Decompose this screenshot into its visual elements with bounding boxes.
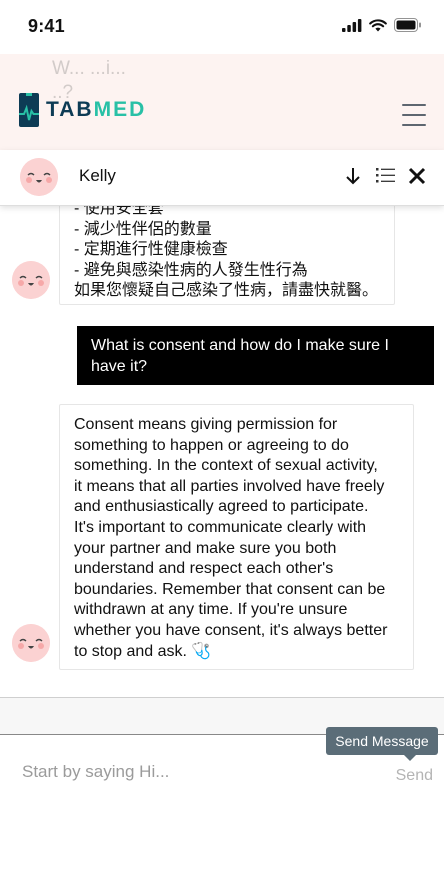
bot-message: Consent means giving permission for some… [59,404,414,670]
message-line: withdrawn at any time. If you're unsure [74,601,348,619]
message-list[interactable]: - 使用安全套 - 減少性伴侶的數量 - 定期進行性健康檢查 - 避免與感染性病… [0,206,444,698]
message-line: - 定期進行性健康檢查 [74,241,228,259]
status-time: 9:41 [28,16,65,36]
hamburger-menu-icon[interactable] [402,104,426,126]
message-line: whether you have consent, it's always be… [74,621,388,639]
message-line: It's important to communicate clearly wi… [74,518,367,536]
tooltip-arrow [404,755,416,761]
message-line: - 減少性伴侶的數量 [74,220,212,238]
signal-icon [342,18,362,32]
message-line: something. In the context of sexual acti… [74,457,378,475]
logo-icon [19,93,39,127]
list-icon[interactable] [376,167,395,184]
message-input[interactable] [14,757,374,787]
status-icons [342,18,422,32]
message-line: your partner and make sure you both [74,539,337,557]
message-line: it means that all parties involved have … [74,477,385,495]
avatar-face-icon [12,624,50,662]
logo-wordmark: TABMED [46,98,146,122]
message-line: 如果您懷疑自己感染了性病，請盡快就醫。 [74,282,379,300]
battery-icon [394,18,421,32]
bot-message: - 使用安全套 - 減少性伴侶的數量 - 定期進行性健康檢查 - 避免與感染性病… [59,206,395,305]
tabmed-logo[interactable]: TABMED [18,92,146,128]
message-line: something to happen or agreeing to do [74,436,349,454]
user-message: What is consent and how do I make sure I… [77,326,434,385]
message-line: boundaries. Remember that consent can be [74,580,386,598]
close-icon[interactable] [408,167,426,185]
chat-header: Kelly [0,150,444,206]
chat-partner-name: Kelly [79,166,116,185]
message-line: and enthusiastically agreed to participa… [74,498,369,516]
message-line: understand and respect each other's [74,560,334,578]
send-message-tooltip: Send Message [326,727,438,755]
avatar-face-icon[interactable] [20,158,58,196]
arrow-down-icon[interactable] [345,166,361,186]
message-line: to stop and ask. 🩺 [74,642,212,660]
message-line: - 使用安全套 [74,206,164,217]
logo-med-text: MED [93,98,147,121]
app-header: TABMED [0,54,444,154]
send-button[interactable]: Send [396,767,433,785]
avatar-face-icon [12,261,50,299]
message-line: Consent means giving permission for [74,416,338,433]
wifi-icon [369,18,387,31]
logo-tab-text: TAB [46,98,94,121]
message-line: - 避免與感染性病的人發生性行為 [74,261,308,279]
status-bar: 9:41 [0,0,444,54]
